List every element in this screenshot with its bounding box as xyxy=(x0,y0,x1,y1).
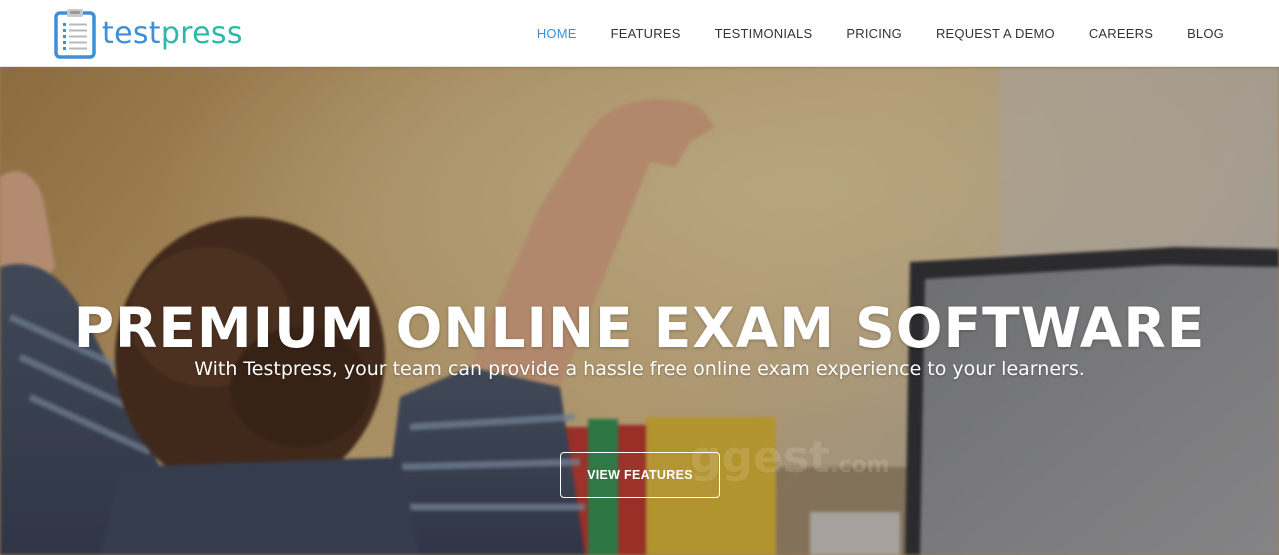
brand-logo-link[interactable]: testpress xyxy=(54,7,243,59)
hero-section: ggest.com PREMIUM ONLINE EXAM SOFTWARE W… xyxy=(0,67,1279,555)
hero-subtitle: With Testpress, your team can provide a … xyxy=(194,358,1085,380)
nav-item-features[interactable]: FEATURES xyxy=(611,26,681,41)
watermark-tld: .com xyxy=(830,453,890,478)
brand-name-part-b: press xyxy=(160,16,243,51)
hero-title: PREMIUM ONLINE EXAM SOFTWARE xyxy=(73,295,1206,360)
nav-item-pricing[interactable]: PRICING xyxy=(846,26,902,41)
view-features-button[interactable]: VIEW FEATURES xyxy=(560,452,720,498)
clipboard-checklist-icon xyxy=(54,8,96,59)
main-nav: HOME FEATURES TESTIMONIALS PRICING REQUE… xyxy=(537,0,1279,66)
brand-name-part-a: test xyxy=(102,16,161,51)
nav-item-home[interactable]: HOME xyxy=(537,26,577,41)
nav-item-blog[interactable]: BLOG xyxy=(1187,26,1224,41)
site-header: testpress HOME FEATURES TESTIMONIALS PRI… xyxy=(0,0,1279,67)
nav-item-testimonials[interactable]: TESTIMONIALS xyxy=(715,26,813,41)
brand-name: testpress xyxy=(102,19,243,49)
nav-item-careers[interactable]: CAREERS xyxy=(1089,26,1153,41)
nav-item-request-demo[interactable]: REQUEST A DEMO xyxy=(936,26,1055,41)
